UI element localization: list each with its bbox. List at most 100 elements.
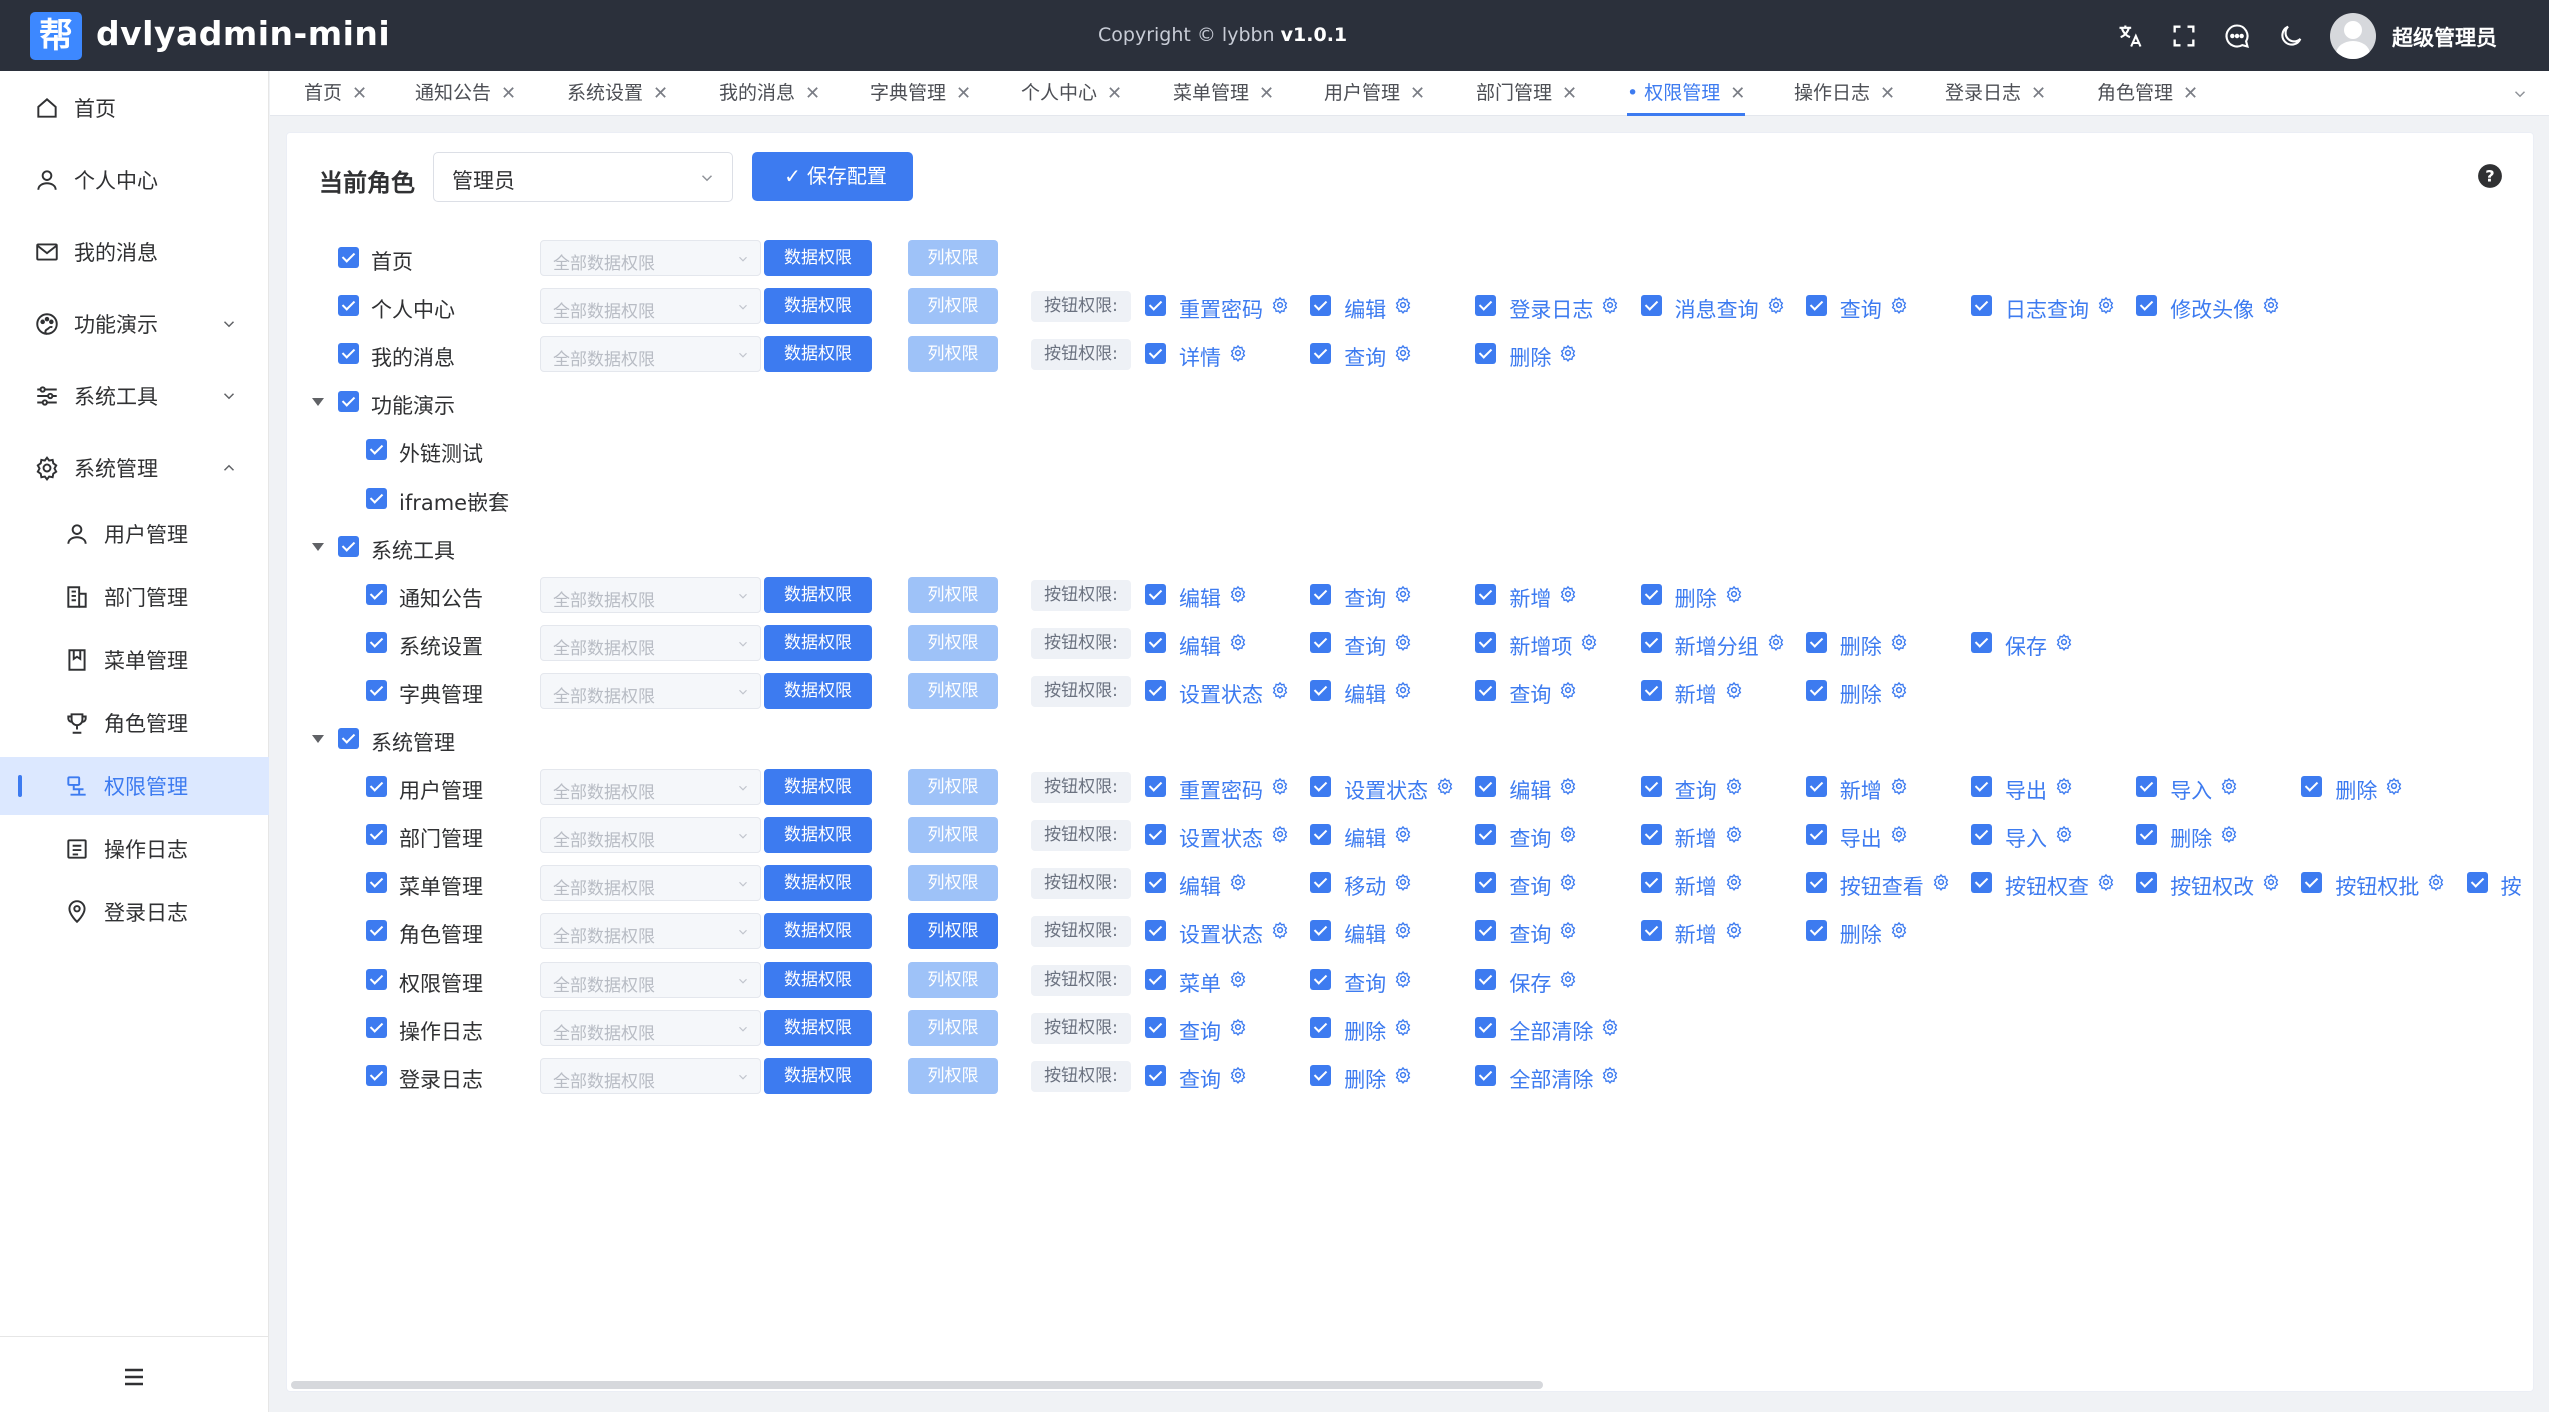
settings-icon[interactable] — [1725, 873, 1743, 892]
settings-icon[interactable] — [1890, 681, 1908, 699]
close-icon[interactable]: ✕ — [1259, 71, 1274, 116]
settings-icon[interactable] — [1725, 777, 1743, 796]
permission-checkbox[interactable] — [1145, 583, 1166, 605]
settings-icon[interactable] — [1229, 585, 1247, 603]
dark-mode-icon[interactable] — [2277, 22, 2305, 50]
data-scope-select[interactable]: 全部数据权限 — [540, 240, 761, 276]
column-permission-button[interactable]: 列权限 — [908, 240, 998, 276]
column-permission-button[interactable]: 列权限 — [908, 576, 998, 613]
permission-checkbox[interactable] — [1145, 920, 1166, 942]
settings-icon[interactable] — [1394, 1066, 1412, 1084]
column-permission-button[interactable]: 列权限 — [908, 1009, 998, 1046]
settings-icon[interactable] — [1271, 825, 1289, 844]
permission-checkbox[interactable] — [1971, 295, 1992, 317]
data-permission-button[interactable]: 数据权限 — [764, 961, 872, 998]
data-permission-button[interactable]: 数据权限 — [764, 865, 872, 902]
sidebar-item-departments[interactable]: 部门管理 — [0, 568, 269, 626]
permission-checkbox[interactable] — [1805, 679, 1827, 701]
data-scope-select[interactable]: 全部数据权限 — [540, 913, 761, 950]
settings-icon[interactable] — [1436, 777, 1454, 796]
settings-icon[interactable] — [1725, 825, 1743, 844]
column-permission-button[interactable]: 列权限 — [908, 672, 998, 709]
settings-icon[interactable] — [1559, 344, 1577, 363]
data-permission-button[interactable]: 数据权限 — [764, 817, 872, 854]
node-checkbox[interactable] — [338, 295, 359, 317]
node-checkbox[interactable] — [366, 1016, 387, 1038]
settings-icon[interactable] — [1394, 585, 1412, 603]
node-checkbox[interactable] — [366, 679, 387, 701]
permission-checkbox[interactable] — [1475, 824, 1497, 846]
permission-checkbox[interactable] — [1310, 824, 1332, 846]
settings-icon[interactable] — [1767, 633, 1785, 651]
tab-profile[interactable]: 个人中心 ✕ — [1021, 71, 1122, 116]
permission-checkbox[interactable] — [1640, 872, 1662, 894]
column-permission-button[interactable]: 列权限 — [908, 624, 998, 661]
close-icon[interactable]: ✕ — [956, 71, 971, 116]
settings-icon[interactable] — [1559, 921, 1577, 940]
avatar[interactable] — [2330, 13, 2376, 59]
permission-checkbox[interactable] — [1475, 343, 1497, 365]
node-checkbox[interactable] — [366, 968, 387, 990]
permission-checkbox[interactable] — [1310, 631, 1332, 653]
close-icon[interactable]: ✕ — [653, 71, 668, 116]
settings-icon[interactable] — [1601, 296, 1619, 315]
data-scope-select[interactable]: 全部数据权限 — [540, 624, 761, 661]
sidebar-item-tools[interactable]: 系统工具 — [0, 367, 269, 425]
tab-roles[interactable]: 角色管理 ✕ — [2097, 71, 2198, 116]
settings-icon[interactable] — [2097, 873, 2115, 892]
tab-login-log[interactable]: 登录日志 ✕ — [1945, 71, 2046, 116]
help-icon[interactable]: ? — [2477, 163, 2503, 189]
permission-checkbox[interactable] — [2301, 872, 2323, 894]
permission-checkbox[interactable] — [1145, 776, 1166, 798]
permission-checkbox[interactable] — [2136, 872, 2158, 894]
permission-checkbox[interactable] — [1475, 583, 1497, 605]
settings-icon[interactable] — [1559, 681, 1577, 699]
node-checkbox[interactable] — [338, 247, 359, 268]
data-scope-select[interactable]: 全部数据权限 — [540, 769, 761, 806]
settings-icon[interactable] — [1394, 296, 1412, 315]
settings-icon[interactable] — [1394, 825, 1412, 844]
column-permission-button[interactable]: 列权限 — [908, 769, 998, 806]
caret-down-icon[interactable] — [310, 394, 326, 410]
close-icon[interactable]: ✕ — [2183, 71, 2198, 116]
node-checkbox[interactable] — [366, 487, 387, 509]
settings-icon[interactable] — [1271, 681, 1289, 699]
permission-checkbox[interactable] — [1971, 631, 1992, 653]
tab-users[interactable]: 用户管理 ✕ — [1324, 71, 1425, 116]
data-scope-select[interactable]: 全部数据权限 — [540, 672, 761, 709]
permission-checkbox[interactable] — [1310, 968, 1332, 990]
column-permission-button[interactable]: 列权限 — [908, 817, 998, 854]
settings-icon[interactable] — [1559, 825, 1577, 844]
caret-down-icon[interactable] — [310, 539, 326, 555]
node-checkbox[interactable] — [366, 583, 387, 605]
settings-icon[interactable] — [2262, 296, 2280, 315]
tab-home[interactable]: 首页 ✕ — [304, 71, 367, 116]
settings-icon[interactable] — [1229, 1066, 1247, 1084]
settings-icon[interactable] — [1890, 825, 1908, 844]
settings-icon[interactable] — [2055, 825, 2073, 844]
permission-checkbox[interactable] — [1640, 583, 1662, 605]
permission-checkbox[interactable] — [1475, 631, 1497, 653]
data-scope-select[interactable]: 全部数据权限 — [540, 865, 761, 902]
permission-checkbox[interactable] — [1971, 872, 1992, 894]
settings-icon[interactable] — [1767, 296, 1785, 315]
settings-icon[interactable] — [1932, 873, 1950, 892]
permission-checkbox[interactable] — [1310, 679, 1332, 701]
node-checkbox[interactable] — [366, 439, 387, 461]
settings-icon[interactable] — [1394, 970, 1412, 988]
column-permission-button[interactable]: 列权限 — [908, 288, 998, 325]
app-name[interactable]: dvlyadmin-mini — [96, 14, 390, 53]
tab-menus[interactable]: 菜单管理 ✕ — [1173, 71, 1274, 116]
settings-icon[interactable] — [1559, 585, 1577, 603]
close-icon[interactable]: ✕ — [1730, 71, 1745, 116]
settings-icon[interactable] — [1601, 1066, 1619, 1084]
permission-checkbox[interactable] — [2301, 776, 2323, 798]
permission-checkbox[interactable] — [1805, 920, 1827, 942]
user-name[interactable]: 超级管理员 — [2392, 22, 2497, 52]
data-permission-button[interactable]: 数据权限 — [764, 576, 872, 613]
permission-checkbox[interactable] — [1475, 295, 1497, 317]
permission-checkbox[interactable] — [1145, 343, 1166, 365]
settings-icon[interactable] — [1394, 344, 1412, 363]
node-checkbox[interactable] — [338, 535, 359, 557]
permission-checkbox[interactable] — [1145, 295, 1166, 317]
